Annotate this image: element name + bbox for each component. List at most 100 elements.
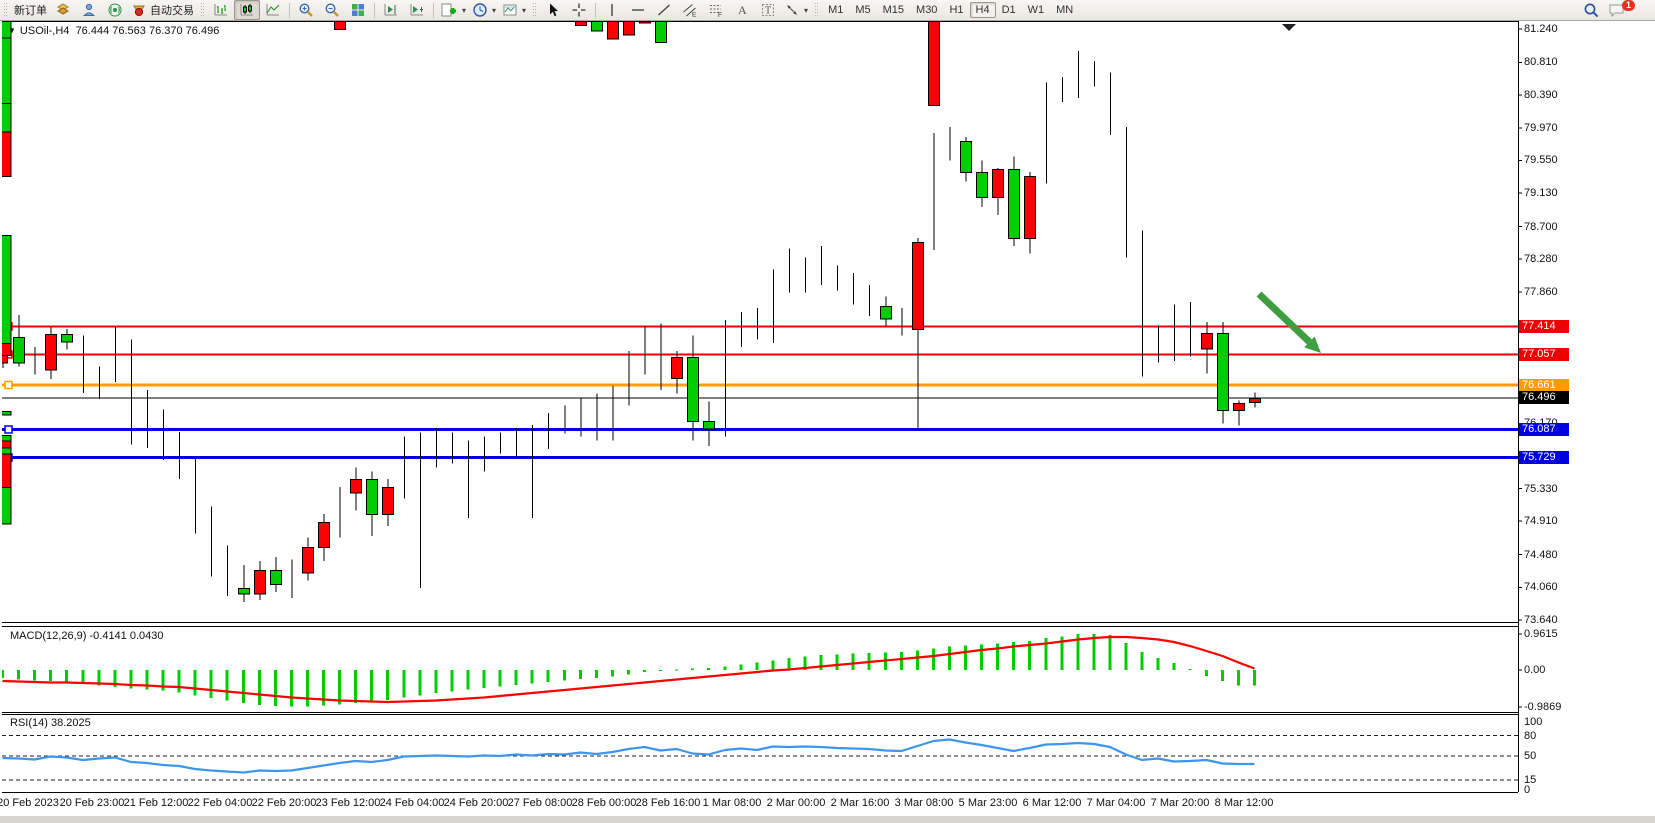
search-icon[interactable] [1579, 0, 1605, 20]
macd-axis-tick: 0.00 [1524, 664, 1545, 676]
price-tick: 80.810 [1524, 56, 1558, 68]
trendline-icon[interactable] [651, 0, 677, 20]
price-badge-76.661: 76.661 [1519, 379, 1569, 392]
time-axis-label: 1 Mar 08:00 [703, 797, 762, 809]
toolbar-grip[interactable] [814, 3, 819, 17]
timeframe-h4[interactable]: H4 [970, 2, 996, 18]
chart-shift-marker[interactable] [1282, 24, 1296, 31]
svg-text:F: F [718, 12, 722, 18]
autotrading-button[interactable]: 自动交易 [128, 0, 197, 20]
timeframe-mn[interactable]: MN [1050, 2, 1079, 18]
symbol-dropdown-icon[interactable]: ▼ [8, 26, 16, 35]
price-tick: 79.130 [1524, 187, 1558, 199]
chart-shift-icon[interactable] [378, 0, 404, 20]
crosshair-icon[interactable] [566, 0, 592, 20]
horizontal-level-lines[interactable] [2, 323, 1518, 461]
horizontal-line-icon[interactable] [625, 0, 651, 20]
trend-arrow-object[interactable] [1259, 294, 1321, 353]
timeframe-m5[interactable]: M5 [849, 2, 876, 18]
time-axis-label: 6 Mar 12:00 [1023, 797, 1082, 809]
time-axis-label: 7 Mar 04:00 [1087, 797, 1146, 809]
macd-axis-tick: -0.9869 [1524, 701, 1561, 713]
layers-icon[interactable] [50, 0, 76, 20]
trading-platform-window: 新订单 自动交易 ▾ [0, 0, 1655, 823]
time-axis-label: 24 Feb 20:00 [444, 797, 509, 809]
time-axis-label: 2 Mar 16:00 [831, 797, 890, 809]
price-badge-76.087: 76.087 [1519, 423, 1569, 436]
panel-frames [2, 21, 1519, 793]
zoom-out-icon[interactable] [319, 0, 345, 20]
svg-text:E: E [692, 12, 697, 19]
main-toolbar: 新订单 自动交易 ▾ [0, 0, 1655, 21]
timeframe-m15[interactable]: M15 [877, 2, 910, 18]
price-tick: 81.240 [1524, 23, 1558, 35]
time-axis-label: 3 Mar 08:00 [895, 797, 954, 809]
timeframe-m1[interactable]: M1 [822, 2, 849, 18]
arrows-icon[interactable]: ▾ [781, 0, 811, 20]
text-label-icon[interactable]: T [755, 0, 781, 20]
rsi-axis-tick: 50 [1524, 750, 1536, 762]
cursor-icon[interactable] [540, 0, 566, 20]
time-axis-label: 27 Feb 08:00 [508, 797, 573, 809]
time-axis-label: 20 Feb 2023 [0, 797, 59, 809]
broadcast-icon[interactable] [102, 0, 128, 20]
price-badge-76.496: 76.496 [1519, 391, 1569, 404]
toolbar-grip[interactable] [200, 3, 205, 17]
time-axis-label: 23 Feb 12:00 [316, 797, 381, 809]
channel-icon[interactable]: E [677, 0, 703, 20]
symbol-name: USOil-,H4 [20, 25, 70, 37]
price-tick: 78.280 [1524, 253, 1558, 265]
price-tick: 74.060 [1524, 581, 1558, 593]
time-axis-label: 2 Mar 00:00 [767, 797, 826, 809]
vertical-line-icon[interactable] [599, 0, 625, 20]
time-axis-label: 22 Feb 04:00 [188, 797, 253, 809]
chart-symbol-title[interactable]: ▼USOil-,H4 76.444 76.563 76.370 76.496 [8, 25, 219, 37]
rsi-axis-tick: 0 [1524, 784, 1530, 796]
macd-axis-tick: 0.9615 [1524, 628, 1558, 640]
time-axis-label: 7 Mar 20:00 [1151, 797, 1210, 809]
time-axis-label: 28 Feb 16:00 [636, 797, 701, 809]
line-chart-icon[interactable] [260, 0, 286, 20]
rsi-level-lines [2, 736, 1518, 781]
toolbar-grip[interactable] [3, 3, 8, 17]
macd-indicator-label: MACD(12,26,9) -0.4141 0.0430 [10, 630, 164, 642]
fibonacci-icon[interactable]: F [703, 0, 729, 20]
bar-chart-icon[interactable] [208, 0, 234, 20]
timeframe-d1[interactable]: D1 [996, 2, 1022, 18]
price-tick: 77.860 [1524, 286, 1558, 298]
template-icon[interactable]: ▾ [499, 0, 529, 20]
zoom-in-icon[interactable] [293, 0, 319, 20]
candlestick-chart-icon[interactable] [234, 0, 260, 20]
chevron-down-icon: ▾ [492, 6, 496, 15]
candlestick-series [0, 0, 1261, 602]
price-tick: 80.390 [1524, 89, 1558, 101]
svg-text:A: A [738, 3, 747, 17]
time-axis-label: 22 Feb 20:00 [252, 797, 317, 809]
price-tick: 75.330 [1524, 483, 1558, 495]
timeframe-h1[interactable]: H1 [943, 2, 969, 18]
autotrading-label: 自动交易 [150, 2, 194, 18]
svg-text:T: T [765, 6, 771, 17]
chart-canvas[interactable] [0, 0, 1655, 823]
new-order-button[interactable]: 新订单 [11, 0, 50, 20]
time-axis-label: 8 Mar 12:00 [1215, 797, 1274, 809]
rsi-axis-tick: 100 [1524, 716, 1542, 728]
time-axis-label: 28 Feb 00:00 [572, 797, 637, 809]
price-badge-75.729: 75.729 [1519, 451, 1569, 464]
macd-histogram [1, 634, 1256, 707]
toolbar-grip[interactable] [532, 3, 537, 17]
rsi-axis-tick: 80 [1524, 730, 1536, 742]
auto-scroll-icon[interactable] [404, 0, 430, 20]
chevron-down-icon: ▾ [462, 6, 466, 15]
rsi-indicator-label: RSI(14) 38.2025 [10, 717, 91, 729]
period-clock-icon[interactable]: ▾ [469, 0, 499, 20]
price-tick: 79.970 [1524, 122, 1558, 134]
text-icon[interactable]: A [729, 0, 755, 20]
timeframe-w1[interactable]: W1 [1022, 2, 1051, 18]
profile-icon[interactable] [76, 0, 102, 20]
tile-windows-icon[interactable] [345, 0, 371, 20]
new-chart-icon[interactable]: ▾ [437, 0, 469, 20]
time-axis-label: 24 Feb 04:00 [380, 797, 445, 809]
timeframe-m30[interactable]: M30 [910, 2, 943, 18]
chat-icon[interactable]: 1 [1605, 0, 1645, 20]
